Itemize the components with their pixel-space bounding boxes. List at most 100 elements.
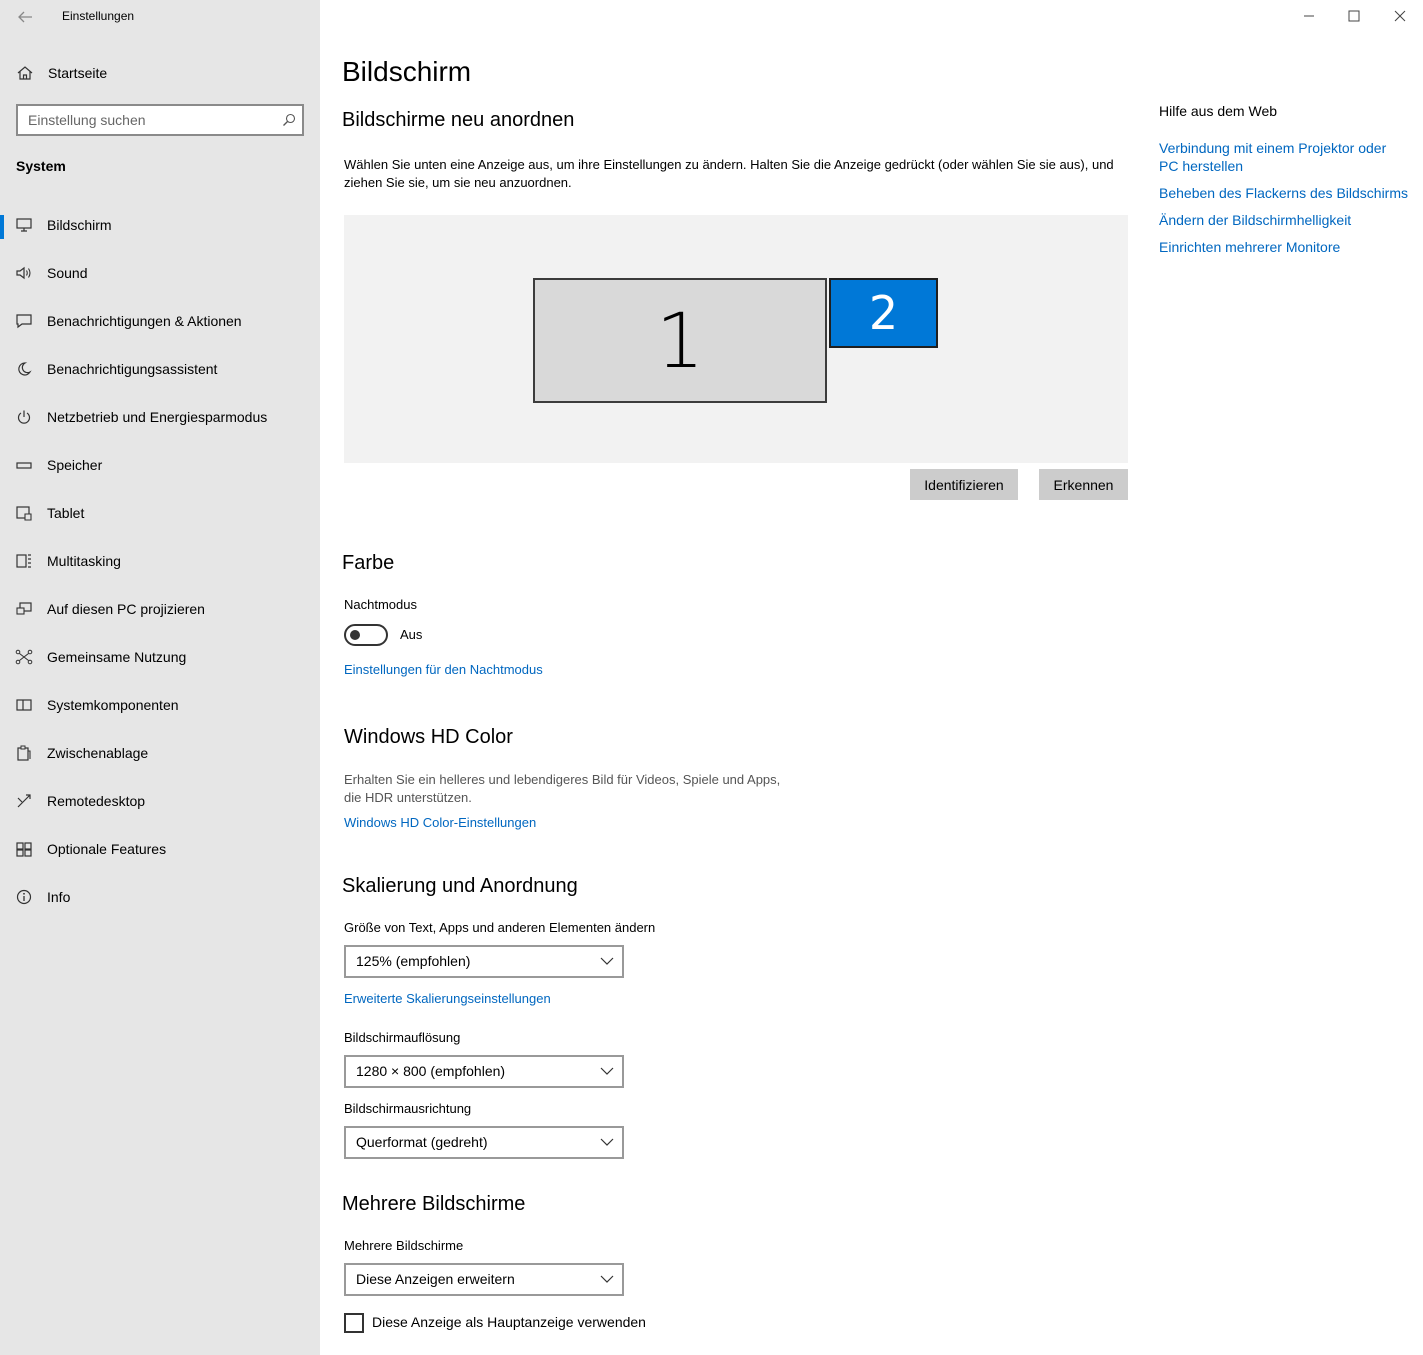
hdr-settings-link[interactable]: Windows HD Color-Einstellungen	[344, 815, 536, 830]
back-arrow-icon	[18, 11, 32, 23]
help-link-projector[interactable]: Verbindung mit einem Projektor oder PC h…	[1159, 139, 1399, 175]
night-mode-settings-link[interactable]: Einstellungen für den Nachtmodus	[344, 662, 543, 677]
chevron-down-icon	[600, 1067, 614, 1075]
sidebar-item-label: Netzbetrieb und Energiesparmodus	[47, 409, 268, 425]
sidebar-item-optionale-features[interactable]: Optionale Features	[0, 829, 320, 869]
sidebar-item-multitasking[interactable]: Multitasking	[0, 541, 320, 581]
color-heading: Farbe	[342, 552, 395, 574]
hdr-heading: Windows HD Color	[344, 726, 513, 748]
chevron-down-icon	[600, 957, 614, 965]
sidebar-home[interactable]: Startseite	[0, 58, 320, 88]
multi-display-dropdown[interactable]: Diese Anzeigen erweitern	[344, 1263, 624, 1296]
help-link-multiple-monitors[interactable]: Einrichten mehrerer Monitore	[1159, 238, 1409, 256]
sidebar-item-netzbetrieb[interactable]: Netzbetrieb und Energiesparmodus	[0, 397, 320, 437]
sidebar-item-label: Info	[47, 889, 71, 905]
sidebar-item-label: Zwischenablage	[47, 745, 149, 761]
orientation-value: Querformat (gedreht)	[356, 1134, 488, 1150]
chevron-down-icon	[600, 1275, 614, 1283]
scale-size-label: Größe von Text, Apps und anderen Element…	[344, 920, 656, 935]
main-display-checkbox-label[interactable]: Diese Anzeige als Hauptanzeige verwenden	[372, 1314, 646, 1330]
section-label: System	[16, 158, 66, 174]
project-icon	[16, 602, 32, 615]
sidebar-item-label: Sound	[47, 265, 88, 281]
monitor-2-number: 2	[868, 286, 899, 340]
back-button[interactable]	[14, 6, 36, 28]
speaker-icon	[16, 266, 31, 280]
features-icon	[16, 842, 32, 857]
tablet-icon	[16, 506, 32, 521]
search-box[interactable]	[16, 104, 304, 136]
resolution-value: 1280 × 800 (empfohlen)	[356, 1063, 506, 1079]
identify-button[interactable]: Identifizieren	[910, 469, 1018, 500]
message-icon	[16, 314, 32, 329]
power-icon	[17, 410, 31, 424]
sidebar-item-gemeinsame-nutzung[interactable]: Gemeinsame Nutzung	[0, 637, 320, 677]
arrange-description: Wählen Sie unten eine Anzeige aus, um ih…	[344, 157, 1114, 190]
maximize-icon	[1348, 10, 1360, 22]
sidebar-item-label: Benachrichtigungsassistent	[47, 361, 218, 377]
sidebar-item-systemkomponenten[interactable]: Systemkomponenten	[0, 685, 320, 725]
sidebar-item-benachrichtigungsassistent[interactable]: Benachrichtigungsassistent	[0, 349, 320, 389]
sidebar-item-projizieren[interactable]: Auf diesen PC projizieren	[0, 589, 320, 629]
moon-icon	[18, 362, 32, 376]
sidebar-item-sound[interactable]: Sound	[0, 253, 320, 293]
monitor-icon	[16, 218, 32, 232]
components-icon	[16, 699, 32, 711]
app-title: Einstellungen	[62, 9, 135, 23]
minimize-button[interactable]	[1286, 2, 1332, 30]
monitor-2[interactable]: 2	[829, 278, 938, 348]
toggle-knob	[350, 630, 360, 640]
sidebar-item-remotedesktop[interactable]: Remotedesktop	[0, 781, 320, 821]
storage-icon	[16, 462, 32, 469]
multitasking-icon	[16, 554, 31, 568]
clipboard-icon	[17, 745, 31, 761]
sidebar-home-label: Startseite	[48, 65, 108, 81]
resolution-label: Bildschirmauflösung	[344, 1030, 461, 1045]
multi-display-label: Mehrere Bildschirme	[344, 1238, 464, 1253]
night-mode-toggle[interactable]	[344, 624, 388, 646]
sidebar-item-label: Bildschirm	[47, 217, 112, 233]
sidebar-item-speicher[interactable]: Speicher	[0, 445, 320, 485]
advanced-scaling-link[interactable]: Erweiterte Skalierungseinstellungen	[344, 991, 551, 1006]
chevron-down-icon	[600, 1138, 614, 1146]
search-icon	[283, 113, 296, 126]
close-icon	[1394, 10, 1406, 22]
multi-display-value: Diese Anzeigen erweitern	[356, 1271, 515, 1287]
multi-display-heading: Mehrere Bildschirme	[342, 1193, 526, 1215]
night-mode-label: Nachtmodus	[344, 597, 417, 612]
sidebar-item-zwischenablage[interactable]: Zwischenablage	[0, 733, 320, 773]
help-link-flicker[interactable]: Beheben des Flackerns des Bildschirms	[1159, 184, 1409, 202]
orientation-dropdown[interactable]: Querformat (gedreht)	[344, 1126, 624, 1159]
info-icon	[16, 889, 32, 905]
scale-size-dropdown[interactable]: 125% (empfohlen)	[344, 945, 624, 978]
sidebar: Einstellungen Startseite System Bildschi…	[0, 0, 320, 1355]
night-mode-state: Aus	[400, 627, 423, 642]
hdr-description: Erhalten Sie ein helleres und lebendiger…	[344, 772, 781, 805]
display-arrangement-area[interactable]: 1 2	[344, 215, 1128, 463]
minimize-icon	[1304, 15, 1314, 17]
help-link-brightness[interactable]: Ändern der Bildschirmhelligkeit	[1159, 211, 1409, 229]
main-display-checkbox[interactable]	[344, 1313, 364, 1333]
page-title: Bildschirm	[342, 56, 472, 87]
home-icon	[17, 66, 33, 80]
maximize-button[interactable]	[1331, 2, 1377, 30]
sidebar-item-label: Optionale Features	[47, 841, 167, 857]
sidebar-item-label: Benachrichtigungen & Aktionen	[47, 313, 242, 329]
sidebar-item-label: Speicher	[47, 457, 103, 473]
sidebar-item-benachrichtigungen[interactable]: Benachrichtigungen & Aktionen	[0, 301, 320, 341]
monitor-1[interactable]: 1	[533, 278, 827, 403]
detect-button[interactable]: Erkennen	[1039, 469, 1128, 500]
monitor-1-number: 1	[655, 295, 705, 385]
sidebar-item-label: Systemkomponenten	[47, 697, 179, 713]
sidebar-item-tablet[interactable]: Tablet	[0, 493, 320, 533]
help-title: Hilfe aus dem Web	[1159, 103, 1278, 119]
search-input[interactable]	[18, 106, 278, 134]
close-button[interactable]	[1377, 2, 1423, 30]
sidebar-item-label: Gemeinsame Nutzung	[47, 649, 187, 665]
sidebar-item-info[interactable]: Info	[0, 877, 320, 917]
share-icon	[15, 649, 33, 665]
scale-size-value: 125% (empfohlen)	[356, 953, 471, 969]
arrange-heading: Bildschirme neu anordnen	[342, 109, 575, 131]
sidebar-item-bildschirm[interactable]: Bildschirm	[0, 205, 320, 245]
resolution-dropdown[interactable]: 1280 × 800 (empfohlen)	[344, 1055, 624, 1088]
